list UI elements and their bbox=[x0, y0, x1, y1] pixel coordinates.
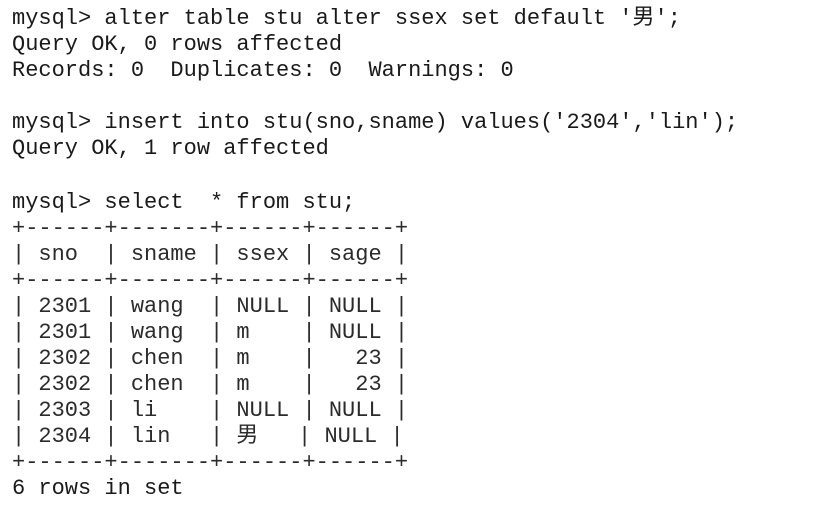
table-border: +------+-------+------+------+ bbox=[12, 450, 409, 475]
command-insert: mysql> insert into stu(sno,sname) values… bbox=[12, 110, 739, 135]
rows-in-set-summary: 6 rows in set bbox=[12, 476, 184, 501]
table-row: | 2301 | wang | NULL | NULL | bbox=[12, 294, 409, 319]
table-header-row: | sno | sname | ssex | sage | bbox=[12, 242, 409, 267]
terminal-window[interactable]: mysql> alter table stu alter ssex set de… bbox=[0, 0, 839, 507]
table-border: +------+-------+------+------+ bbox=[12, 268, 409, 293]
table-row: | 2302 | chen | m | 23 | bbox=[12, 346, 409, 371]
table-border: +------+-------+------+------+ bbox=[12, 216, 409, 241]
table-row: | 2302 | chen | m | 23 | bbox=[12, 372, 409, 397]
query-result-message: Query OK, 0 rows affected bbox=[12, 32, 343, 57]
records-summary: Records: 0 Duplicates: 0 Warnings: 0 bbox=[12, 58, 514, 83]
query-result-message: Query OK, 1 row affected bbox=[12, 136, 329, 161]
command-alter-table: mysql> alter table stu alter ssex set de… bbox=[12, 6, 681, 31]
table-row: | 2303 | li | NULL | NULL | bbox=[12, 398, 409, 423]
table-row: | 2304 | lin | 男 | NULL | bbox=[12, 424, 404, 449]
command-select: mysql> select * from stu; bbox=[12, 190, 356, 215]
table-row: | 2301 | wang | m | NULL | bbox=[12, 320, 409, 345]
